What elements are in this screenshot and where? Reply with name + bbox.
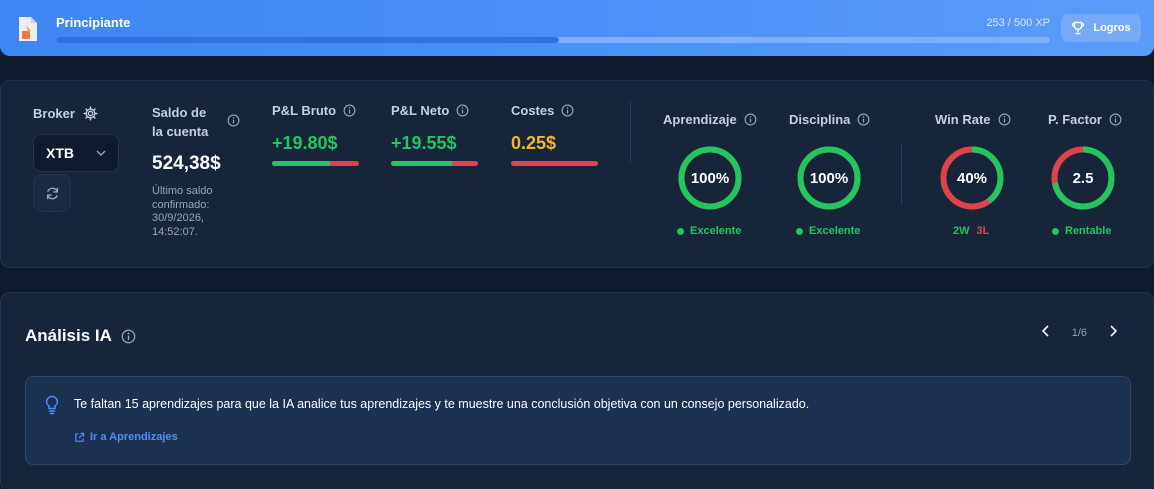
pl-neto-bar xyxy=(391,161,478,166)
chevron-down-icon xyxy=(96,150,106,156)
logros-button[interactable]: Logros xyxy=(1061,14,1141,42)
aprendizaje-gauge-value: 100% xyxy=(690,169,730,187)
broker-select[interactable]: XTB xyxy=(33,134,119,172)
balance-label-line2: la cuenta xyxy=(152,124,209,139)
pl-neto-value: +19.55$ xyxy=(391,133,457,153)
p-factor-label: P. Factor xyxy=(1048,112,1102,127)
pl-bruto-bar-fill xyxy=(272,161,331,166)
costes-label: Costes xyxy=(511,103,555,118)
aprendizaje-heading: Aprendizaje xyxy=(663,112,757,127)
aprendizaje-status-text: Excelente xyxy=(690,225,742,237)
status-dot xyxy=(796,227,803,235)
section-divider xyxy=(901,143,902,205)
section-divider xyxy=(630,101,631,163)
broker-selected-value: XTB xyxy=(46,145,74,161)
aprendizaje-label: Aprendizaje xyxy=(663,112,737,127)
gear-icon[interactable] xyxy=(83,106,98,121)
costes-bar xyxy=(511,161,598,166)
pl-bruto-heading: P&L Bruto xyxy=(272,103,356,118)
balance-note-line2: confirmado: xyxy=(152,198,210,211)
status-dot xyxy=(677,227,684,235)
disciplina-status: Excelente xyxy=(796,225,860,237)
ai-pager: 1/6 xyxy=(1041,325,1118,341)
ai-message-box: Te faltan 15 aprendizajes para que la IA… xyxy=(25,376,1131,465)
aprendizaje-gauge: 100% xyxy=(677,145,743,211)
pl-neto-bar-fill xyxy=(391,161,452,166)
balance-label: Saldo de la cuenta xyxy=(152,103,208,141)
disciplina-label: Disciplina xyxy=(789,112,851,127)
broker-label: Broker xyxy=(33,106,75,121)
ai-message-text: Te faltan 15 aprendizajes para que la IA… xyxy=(74,397,810,411)
p-factor-heading: P. Factor xyxy=(1048,112,1122,127)
ai-analysis-title: Análisis IA xyxy=(25,326,112,345)
page-indicator: 1/6 xyxy=(1071,327,1087,339)
external-link-icon xyxy=(75,432,85,442)
account-stats-card: Broker XTB Saldo de la cuenta 524,38$ Úl… xyxy=(0,80,1154,268)
ai-analysis-heading: Análisis IA xyxy=(25,326,136,346)
aprendizajes-link[interactable]: Ir a Aprendizajes xyxy=(74,431,178,443)
xp-progress-header: Principiante 253 / 500 XP Logros xyxy=(0,0,1154,56)
level-badge-icon xyxy=(19,17,37,41)
p-factor-info-icon[interactable] xyxy=(1109,113,1122,126)
xp-progress-bar xyxy=(56,37,1050,43)
aprendizaje-info-icon[interactable] xyxy=(744,113,757,126)
aprendizaje-status: Excelente xyxy=(677,225,741,237)
balance-note-line1: Último saldo xyxy=(152,185,213,197)
chevron-right-icon xyxy=(1110,325,1118,337)
prev-page-button[interactable] xyxy=(1041,325,1050,341)
xp-count: 253 / 500 XP xyxy=(986,17,1050,29)
win-rate-heading: Win Rate xyxy=(935,112,1011,127)
win-loss-count: 2W 3L xyxy=(953,225,989,237)
disciplina-gauge-value: 100% xyxy=(809,169,849,187)
pl-bruto-info-icon[interactable] xyxy=(343,104,356,117)
p-factor-status: Rentable xyxy=(1052,225,1111,237)
costes-value: 0.25$ xyxy=(511,133,557,153)
balance-confirmed-note: Último saldo confirmado: 30/9/2026, 14:5… xyxy=(152,185,242,239)
disciplina-gauge: 100% xyxy=(796,145,862,211)
pl-neto-info-icon[interactable] xyxy=(456,104,469,117)
lightbulb-icon xyxy=(45,395,59,415)
pl-bruto-value: +19.80$ xyxy=(272,133,338,153)
ai-info-icon[interactable] xyxy=(121,329,136,344)
wins-count: 2W xyxy=(953,225,970,237)
refresh-icon xyxy=(46,187,58,199)
balance-note-line4: 14:52:07. xyxy=(152,225,198,238)
pl-neto-heading: P&L Neto xyxy=(391,103,469,118)
win-rate-info-icon[interactable] xyxy=(998,113,1011,126)
pl-bruto-bar xyxy=(272,161,359,166)
balance-info-icon[interactable] xyxy=(227,114,240,127)
costes-info-icon[interactable] xyxy=(561,104,574,117)
losses-count: 3L xyxy=(976,225,990,237)
disciplina-info-icon[interactable] xyxy=(857,113,870,126)
broker-heading: Broker xyxy=(33,106,98,121)
trophy-icon xyxy=(1072,21,1085,35)
next-page-button[interactable] xyxy=(1109,325,1118,341)
aprendizajes-link-label: Ir a Aprendizajes xyxy=(90,431,178,443)
p-factor-status-text: Rentable xyxy=(1065,225,1112,237)
pl-neto-label: P&L Neto xyxy=(391,103,450,118)
disciplina-status-text: Excelente xyxy=(809,225,861,237)
p-factor-gauge: 2.5 xyxy=(1050,145,1116,211)
balance-note-line3: 30/9/2026, xyxy=(152,212,204,224)
chevron-left-icon xyxy=(1041,325,1049,337)
costes-heading: Costes xyxy=(511,103,574,118)
win-rate-label: Win Rate xyxy=(935,112,991,127)
ai-analysis-card: Análisis IA 1/6 Te faltan 15 aprendizaje… xyxy=(0,292,1154,489)
xp-level-name: Principiante xyxy=(56,15,131,30)
refresh-button[interactable] xyxy=(33,174,71,212)
xp-progress-fill xyxy=(56,37,559,43)
disciplina-heading: Disciplina xyxy=(789,112,870,127)
p-factor-gauge-value: 2.5 xyxy=(1072,169,1094,187)
logros-button-label: Logros xyxy=(1093,22,1131,34)
balance-value: 524,38$ xyxy=(152,153,221,174)
balance-label-line1: Saldo de xyxy=(152,105,207,120)
win-rate-gauge: 40% xyxy=(939,145,1005,211)
status-dot xyxy=(1052,227,1059,235)
win-rate-gauge-value: 40% xyxy=(956,169,988,187)
pl-bruto-label: P&L Bruto xyxy=(272,103,337,118)
